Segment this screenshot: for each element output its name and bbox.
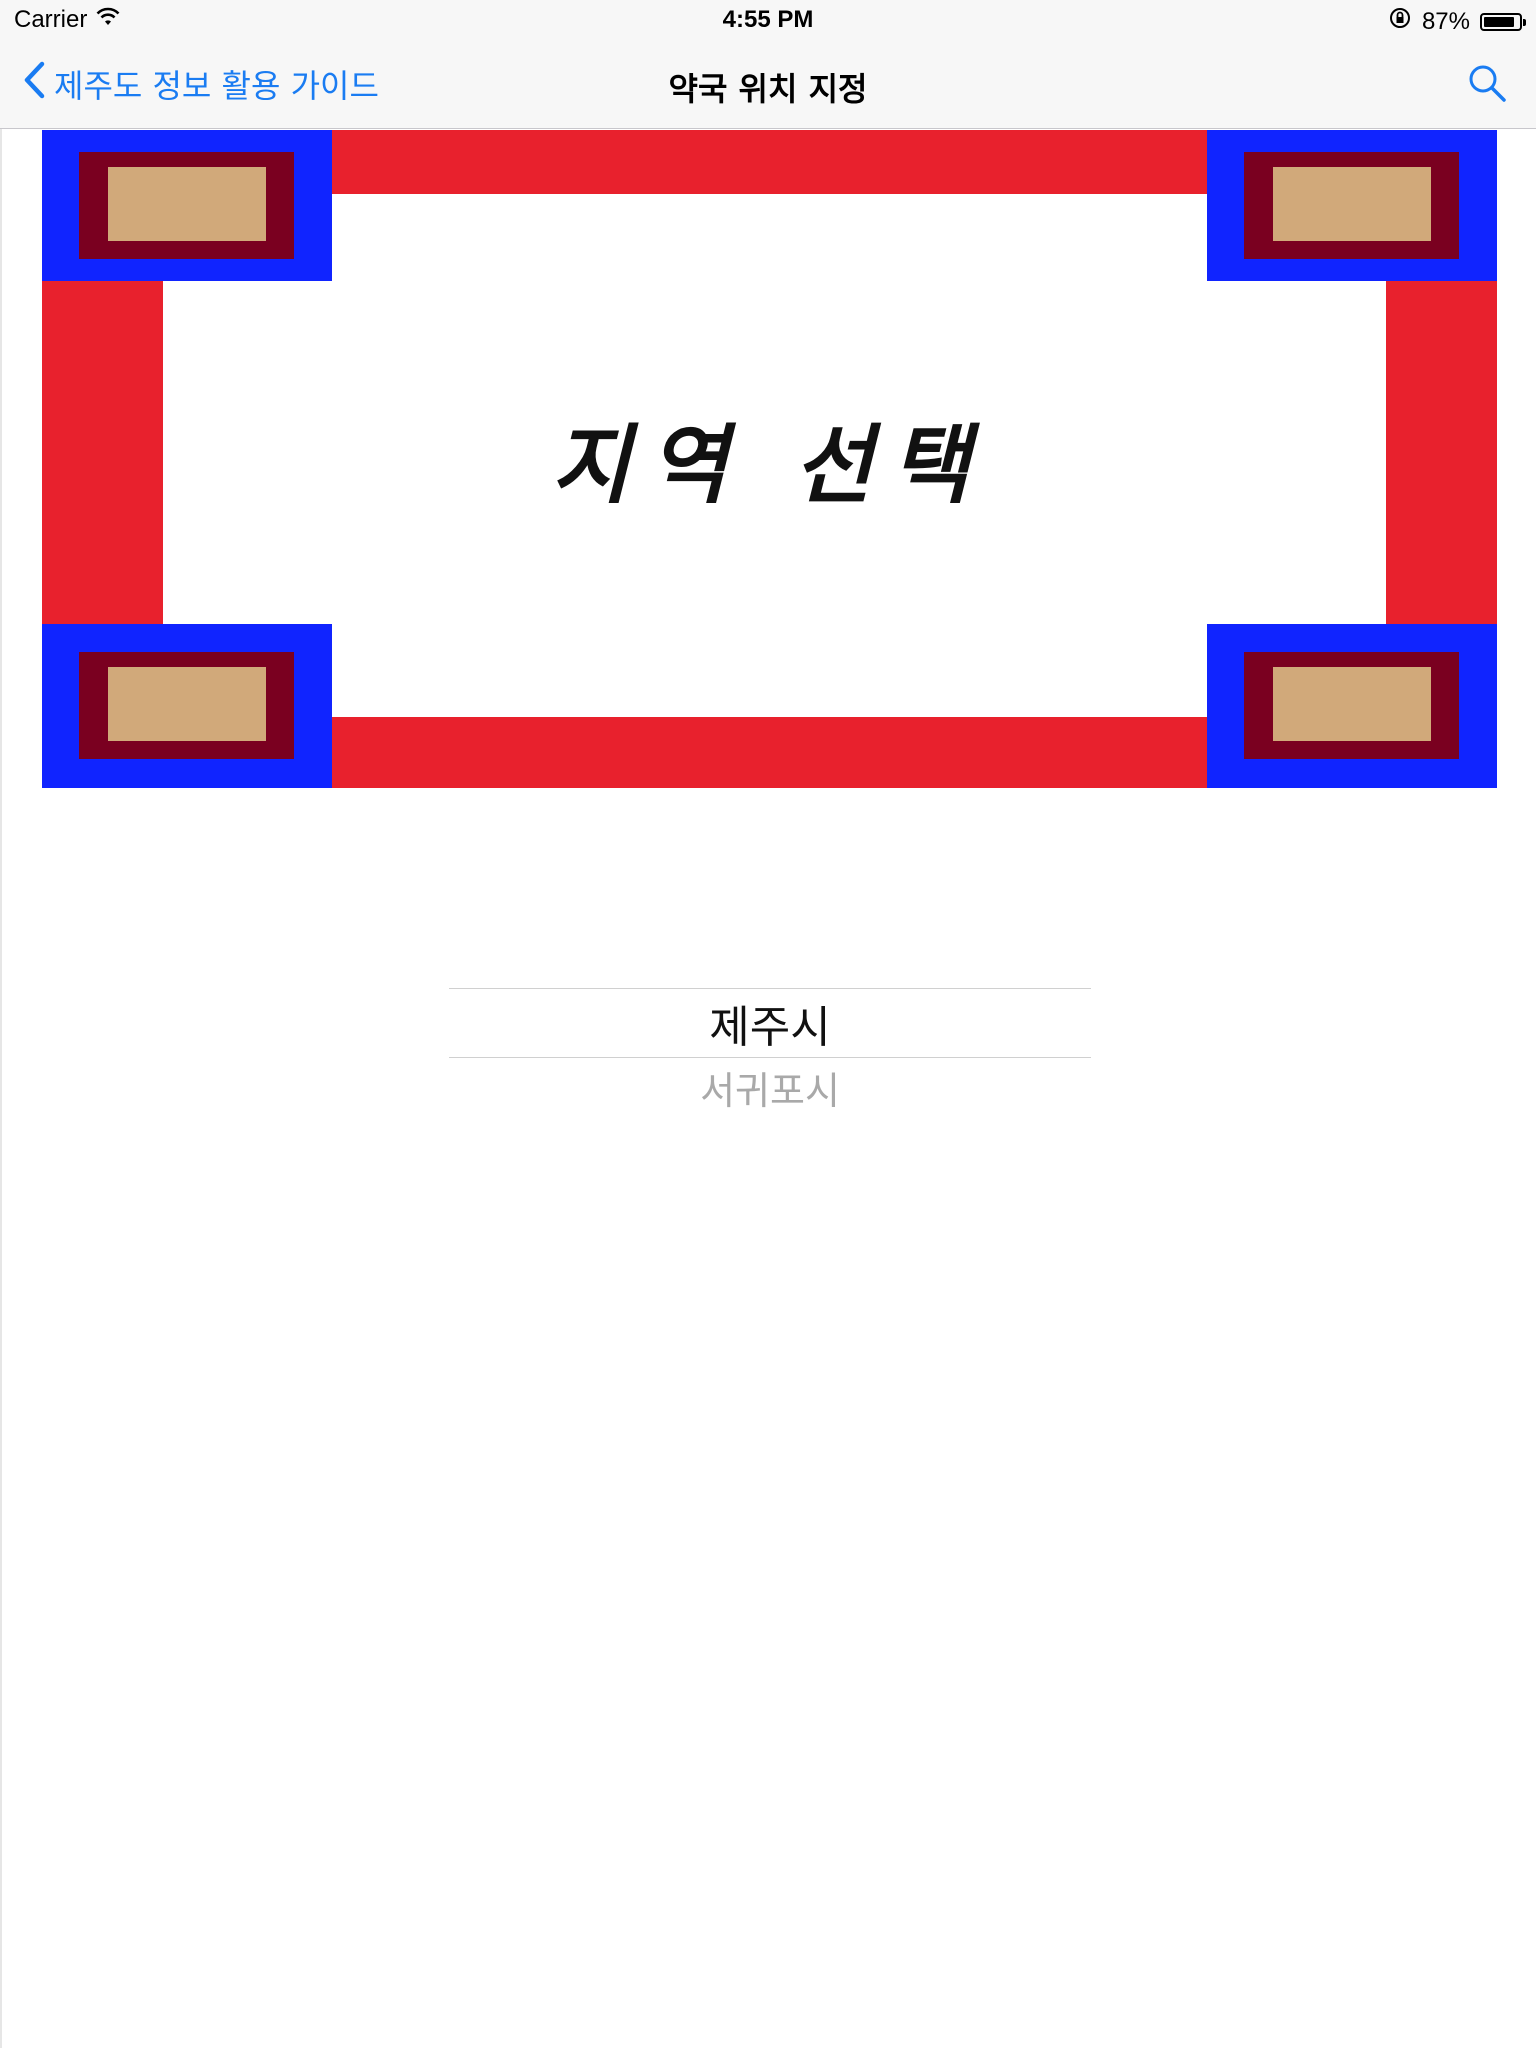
banner-bottom-bar (329, 717, 1207, 788)
search-icon (1466, 65, 1510, 110)
banner-corner-top-left (42, 130, 332, 281)
banner-corner-bottom-right (1207, 624, 1497, 788)
corner-core (108, 167, 266, 241)
search-button[interactable] (1466, 62, 1510, 106)
battery-icon (1480, 12, 1526, 31)
region-picker[interactable]: 제주시 서귀포시 (449, 988, 1091, 1116)
picker-selected-item[interactable]: 제주시 (449, 988, 1091, 1058)
region-select-banner: 지역 선택 (42, 130, 1497, 788)
left-edge-divider (0, 129, 2, 2048)
status-right: 87% (1388, 6, 1526, 37)
corner-inner (1244, 652, 1459, 759)
banner-corner-top-right (1207, 130, 1497, 281)
page-title: 약국 위치 지정 (668, 70, 868, 108)
banner-title: 지역 선택 (551, 416, 988, 516)
rotation-lock-icon (1388, 6, 1412, 37)
status-time: 4:55 PM (722, 6, 814, 33)
navigation-bar: 제주도 정보 활용 가이드 약국 위치 지정 (0, 40, 1536, 129)
battery-percent: 87% (1421, 7, 1470, 35)
picker-option[interactable]: 서귀포시 (449, 1058, 1091, 1116)
status-bar: Carrier 4:55 PM 87% (0, 0, 1536, 40)
corner-core (108, 667, 266, 741)
corner-inner (79, 652, 294, 759)
battery-fill (1484, 16, 1514, 27)
corner-inner (79, 152, 294, 259)
corner-core (1273, 167, 1431, 241)
corner-core (1273, 667, 1431, 741)
banner-corner-bottom-left (42, 624, 332, 788)
banner-top-bar (329, 130, 1207, 194)
corner-inner (1244, 152, 1459, 259)
